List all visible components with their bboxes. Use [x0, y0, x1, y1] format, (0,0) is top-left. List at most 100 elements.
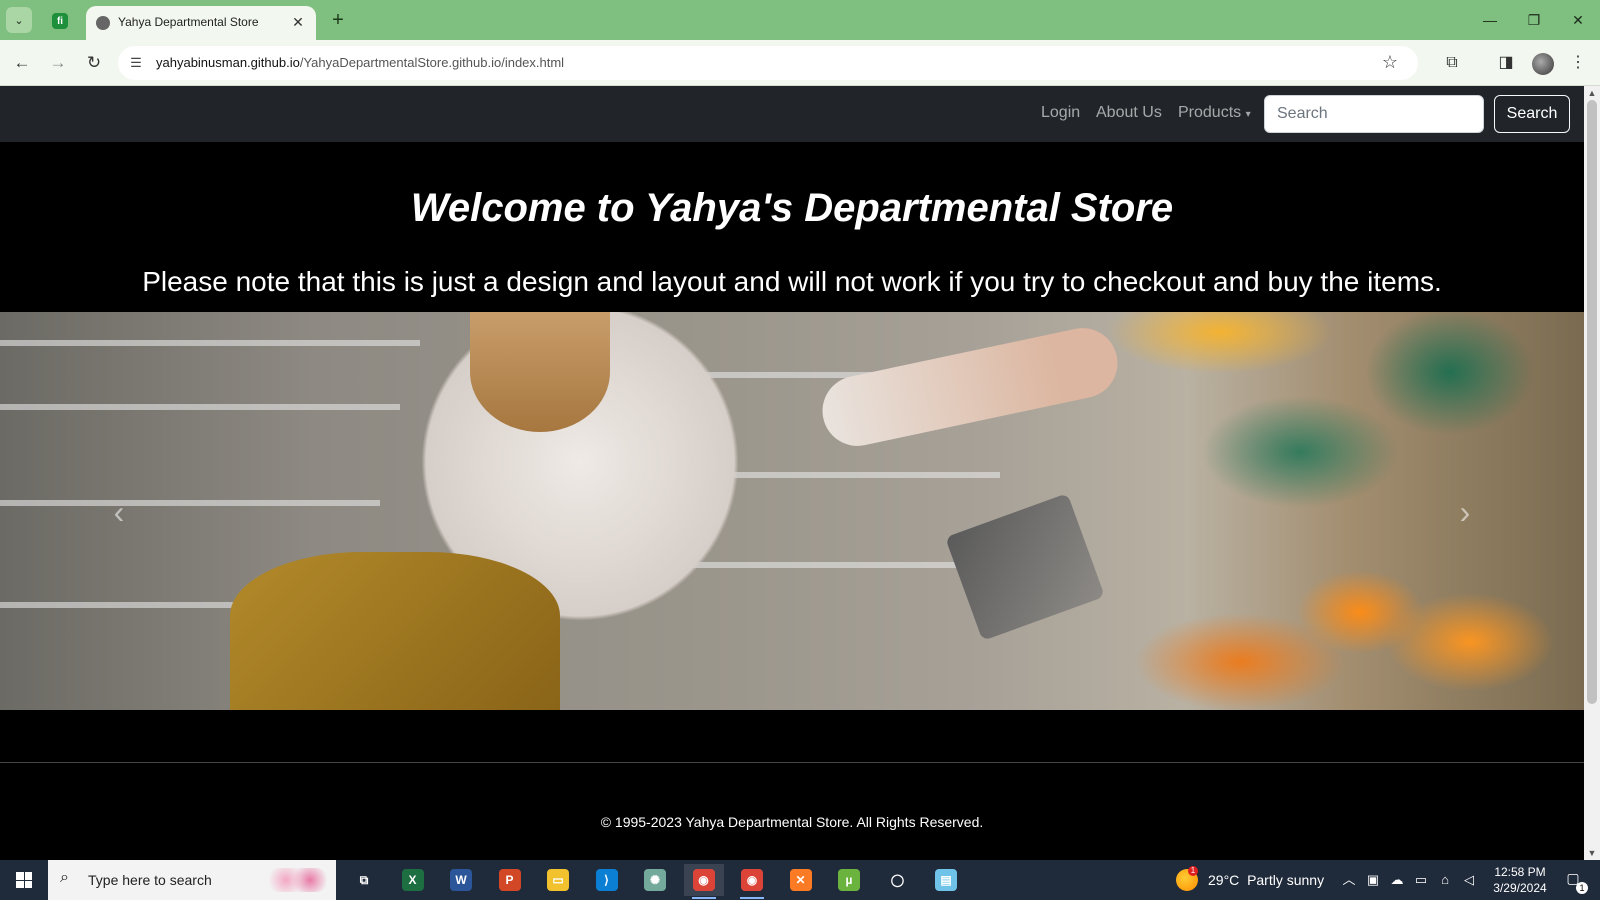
url-domain: yahyabinusman.github.io — [156, 55, 300, 70]
close-tab-icon[interactable]: ✕ — [288, 12, 308, 32]
taskbar-app-chrome-active[interactable]: ◉ — [683, 864, 724, 899]
notification-count: 1 — [1576, 882, 1588, 894]
web-page: Login About Us Products ▾ Search Welcome… — [0, 86, 1584, 860]
scroll-up-icon[interactable]: ▲ — [1584, 86, 1600, 100]
network-icon[interactable]: ⌂ — [1436, 871, 1454, 889]
clock-date: 3/29/2024 — [1493, 881, 1547, 895]
pinned-tab-icon: fi — [52, 13, 68, 29]
taskbar-search-box[interactable]: ⌕ Type here to search — [48, 860, 336, 900]
back-icon[interactable]: ← — [10, 51, 34, 75]
taskbar-app-utorrent[interactable]: µ — [829, 864, 869, 896]
taskbar-app-obs[interactable]: ◯ — [878, 864, 918, 896]
new-tab-button[interactable]: + — [326, 9, 350, 33]
weather-widget[interactable]: 29°C Partly sunny — [1208, 872, 1324, 888]
nav-products-label: Products — [1178, 104, 1242, 121]
vscode-icon: ⟩ — [595, 869, 618, 891]
meet-now-icon[interactable]: ▣ — [1364, 871, 1382, 889]
bookmark-star-icon[interactable]: ☆ — [1382, 52, 1398, 73]
xampp-icon: ✕ — [789, 869, 812, 891]
extensions-icon[interactable]: ⧉ — [1440, 51, 1464, 75]
task-view-icon: ⧉ — [359, 872, 369, 887]
chevron-down-icon: ⌄ — [14, 14, 24, 27]
shelf-decor — [0, 404, 400, 410]
system-clock[interactable]: 12:58 PM 3/29/2024 — [1480, 864, 1560, 896]
taskbar-app-chrome[interactable]: ◉ — [732, 864, 772, 899]
footer-copyright: © 1995-2023 Yahya Departmental Store. Al… — [600, 814, 984, 830]
utorrent-icon: µ — [838, 869, 860, 891]
taskbar-app-word[interactable]: W — [441, 864, 481, 896]
side-panel-icon[interactable]: ◨ — [1494, 51, 1518, 75]
clock-time: 12:58 PM — [1494, 865, 1546, 879]
restore-icon[interactable]: ❐ — [1522, 8, 1546, 32]
site-navbar: Login About Us Products ▾ Search — [0, 86, 1584, 142]
scroll-down-icon[interactable]: ▼ — [1584, 846, 1600, 860]
obs-icon: ◯ — [890, 873, 905, 887]
url-text[interactable]: yahyabinusman.github.io/YahyaDepartmenta… — [156, 55, 564, 70]
shopper-bag — [230, 552, 560, 710]
onedrive-icon[interactable]: ☁ — [1388, 871, 1406, 889]
profile-avatar[interactable] — [1532, 53, 1554, 75]
battery-icon[interactable]: ▭ — [1412, 871, 1430, 889]
taskbar-app-powerpoint[interactable]: P — [490, 864, 530, 896]
shelf-decor — [0, 500, 380, 506]
shelf-decor — [0, 340, 420, 346]
tab-title: Yahya Departmental Store — [118, 15, 259, 29]
tab-search-button[interactable]: ⌄ — [6, 7, 32, 33]
chevron-up-icon[interactable]: ︿ — [1340, 871, 1358, 889]
volume-icon[interactable]: ◁ — [1460, 871, 1478, 889]
search-highlight-image — [268, 868, 328, 892]
reload-icon[interactable]: ↻ — [82, 51, 106, 75]
url-path: /YahyaDepartmentalStore.github.io/index.… — [299, 55, 565, 70]
weather-temp: 29°C — [1208, 872, 1240, 888]
minimize-icon[interactable]: — — [1478, 8, 1502, 32]
welcome-heading: Welcome to Yahya's Departmental Store — [410, 186, 1174, 230]
browser-tab-active[interactable]: Yahya Departmental Store ✕ — [86, 6, 316, 40]
chrome-icon: ◉ — [741, 869, 763, 891]
word-icon: W — [450, 869, 472, 891]
pinned-tab[interactable]: fi — [48, 9, 72, 33]
globe-icon — [96, 16, 110, 30]
site-info-icon[interactable]: ☰ — [126, 53, 146, 73]
shopper-hair — [470, 312, 610, 432]
search-icon: ⌕ — [60, 869, 69, 886]
nav-products-dropdown[interactable]: Products ▾ — [1178, 104, 1251, 122]
hero-carousel[interactable]: ‹ › — [0, 312, 1584, 710]
weather-badge: 1 — [1188, 866, 1198, 876]
menu-kebab-icon[interactable]: ⋮ — [1566, 51, 1590, 75]
windows-logo-icon — [16, 872, 32, 888]
close-window-icon[interactable]: ✕ — [1566, 8, 1590, 32]
produce-scale — [945, 493, 1105, 641]
taskbar-app-chatgpt[interactable]: ✺ — [635, 864, 675, 896]
weather-desc: Partly sunny — [1247, 872, 1325, 888]
nav-about-link[interactable]: About Us — [1096, 104, 1162, 122]
powerpoint-icon: P — [498, 869, 521, 891]
site-search-button[interactable]: Search — [1494, 95, 1570, 133]
caret-down-icon: ▾ — [1245, 109, 1251, 120]
taskbar-app-task-view[interactable]: ⧉ — [344, 864, 384, 896]
chatgpt-icon: ✺ — [644, 869, 666, 891]
page-scrollbar[interactable]: ▲ ▼ — [1584, 86, 1600, 860]
taskbar-app-excel[interactable]: X — [393, 864, 433, 896]
taskbar-app-xampp[interactable]: ✕ — [781, 864, 821, 896]
footer-divider — [0, 762, 1584, 763]
taskbar-search-placeholder: Type here to search — [88, 872, 212, 888]
excel-icon: X — [401, 869, 424, 891]
browser-toolbar: ← → ↻ ☰ yahyabinusman.github.io/YahyaDep… — [0, 40, 1600, 86]
carousel-prev-icon[interactable]: ‹ — [104, 492, 134, 532]
scrollbar-thumb[interactable] — [1587, 100, 1597, 704]
start-button[interactable] — [0, 860, 48, 900]
nav-login-link[interactable]: Login — [1041, 104, 1080, 122]
browser-tab-bar: ⌄ fi Yahya Departmental Store ✕ + — ❐ ✕ — [0, 0, 1600, 40]
carousel-next-icon[interactable]: › — [1450, 492, 1480, 532]
taskbar-app-file-explorer[interactable]: ▭ — [538, 864, 578, 896]
address-bar[interactable]: ☰ yahyabinusman.github.io/YahyaDepartmen… — [118, 46, 1418, 80]
notepad-icon: ▤ — [935, 869, 957, 891]
chrome-active-icon: ◉ — [692, 869, 715, 891]
site-search-input[interactable] — [1264, 95, 1484, 133]
disclaimer-note: Please note that this is just a design a… — [142, 266, 1442, 297]
forward-icon[interactable]: → — [46, 51, 70, 75]
file-explorer-icon: ▭ — [547, 869, 569, 891]
taskbar-app-vscode[interactable]: ⟩ — [587, 864, 627, 896]
taskbar-app-notepad[interactable]: ▤ — [926, 864, 966, 896]
windows-taskbar: ⌕ Type here to search ⧉ X W P ▭ ⟩ ✺ ◉ ◉ ✕ µ ◯ ▤ 1 29… — [0, 860, 1600, 900]
